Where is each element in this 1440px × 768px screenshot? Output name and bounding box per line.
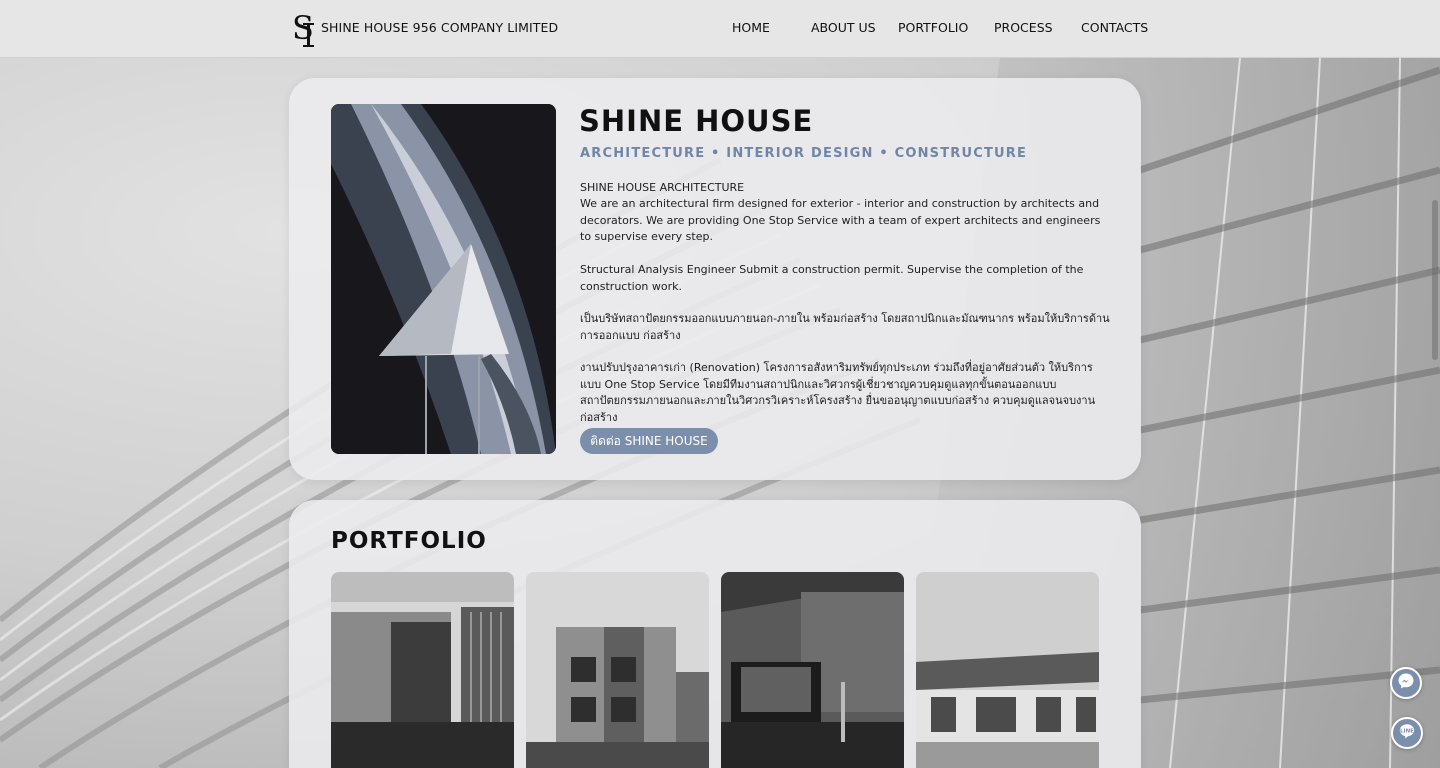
nav-process-link[interactable]: PROCESS [994,20,1053,35]
about-paragraph-2: Structural Analysis Engineer Submit a co… [580,263,1084,293]
about-paragraph-3: เป็นบริษัทสถาปัตยกรรมออกแบบภายนอก-ภายใน … [580,312,1110,342]
nav-portfolio-link[interactable]: PORTFOLIO [898,20,968,35]
about-section-card: SHINE HOUSE ARCHITECTURE • INTERIOR DESI… [289,78,1141,480]
portfolio-item-1[interactable] [331,572,514,768]
main-menu: HOME ABOUT US PORTFOLIO PROCESS CONTACTS [0,20,1440,40]
about-heading: SHINE HOUSE ARCHITECTURE [580,181,745,194]
nav-home-link[interactable]: HOME [732,20,770,35]
nav-about-us-link[interactable]: ABOUT US [811,20,876,35]
portfolio-item-4[interactable] [916,572,1099,768]
portfolio-section-card: PORTFOLIO [289,500,1141,768]
svg-text:LINE: LINE [1400,729,1414,735]
top-navigation-bar: S SHINE HOUSE 956 COMPANY LIMITED HOME A… [0,0,1440,58]
about-title: SHINE HOUSE [579,104,814,138]
about-paragraph-4: งานปรับปรุงอาคารเก่า (Renovation) โครงกา… [580,361,1096,424]
nav-contacts-link[interactable]: CONTACTS [1081,20,1148,35]
portfolio-item-2[interactable] [526,572,709,768]
portfolio-title: PORTFOLIO [331,528,487,554]
line-chat-button[interactable]: LINE [1391,717,1423,749]
about-subtitle: ARCHITECTURE • INTERIOR DESIGN • CONSTRU… [580,146,1028,161]
portfolio-item-3[interactable] [721,572,904,768]
line-icon: LINE [1398,722,1416,744]
about-paragraph-1: We are an architectural firm designed fo… [580,197,1101,243]
messenger-icon [1397,672,1415,694]
messenger-chat-button[interactable] [1390,667,1422,699]
contact-shine-house-button[interactable]: ติดต่อ SHINE HOUSE [580,428,718,454]
page-scrollbar[interactable] [1432,200,1438,360]
about-architecture-photo [331,104,556,454]
